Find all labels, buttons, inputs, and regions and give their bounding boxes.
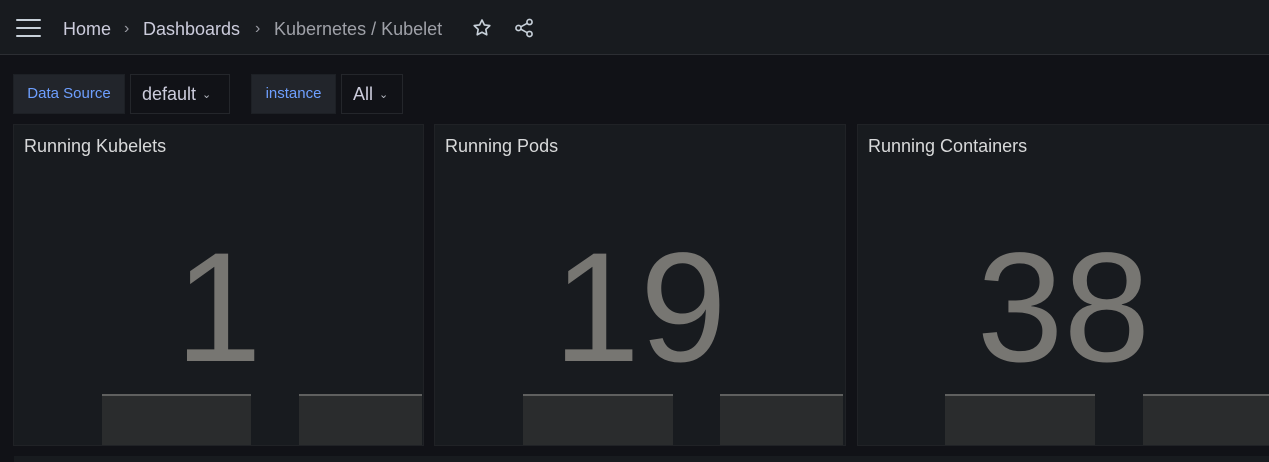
- stat-value: 19: [553, 221, 727, 395]
- panel-running-kubelets[interactable]: Running Kubelets 1: [13, 124, 424, 446]
- sparkline-area: [299, 394, 422, 445]
- breadcrumb-separator: ›: [124, 20, 130, 37]
- panel-title: Running Kubelets: [24, 136, 167, 156]
- top-nav-bar: Home › Dashboards › Kubernetes / Kubelet: [0, 0, 1269, 55]
- panel-running-containers[interactable]: Running Containers 38: [857, 124, 1269, 446]
- stat-value: 1: [175, 221, 262, 395]
- sparkline-area: [1143, 394, 1269, 445]
- next-panel-row-edge: [14, 456, 1269, 462]
- share-icon[interactable]: [513, 17, 535, 39]
- sparkline-area: [720, 394, 843, 445]
- variable-value-data-source: default: [142, 84, 197, 104]
- breadcrumb-dashboards[interactable]: Dashboards: [143, 18, 240, 40]
- breadcrumb-separator: ›: [255, 20, 261, 37]
- panel-running-pods[interactable]: Running Pods 19: [434, 124, 846, 446]
- hamburger-menu-icon[interactable]: [16, 19, 41, 37]
- variable-label-data-source: Data Source: [13, 74, 125, 114]
- panel-title: Running Containers: [868, 136, 1028, 156]
- variable-select-instance[interactable]: All ⌄: [341, 74, 403, 114]
- variable-label-instance: instance: [251, 74, 336, 114]
- star-icon[interactable]: [471, 17, 493, 39]
- breadcrumb-home[interactable]: Home: [63, 18, 111, 40]
- breadcrumb-current-dashboard: Kubernetes / Kubelet: [274, 19, 443, 39]
- variable-value-instance: All: [353, 84, 374, 104]
- panel-title: Running Pods: [445, 136, 559, 156]
- chevron-down-icon: ⌄: [202, 89, 212, 101]
- sparkline-area: [523, 394, 673, 445]
- sparkline-area: [102, 394, 251, 445]
- variable-select-data-source[interactable]: default ⌄: [130, 74, 230, 114]
- stat-value: 38: [976, 221, 1151, 395]
- chevron-down-icon: ⌄: [379, 89, 389, 101]
- sparkline-area: [945, 394, 1095, 445]
